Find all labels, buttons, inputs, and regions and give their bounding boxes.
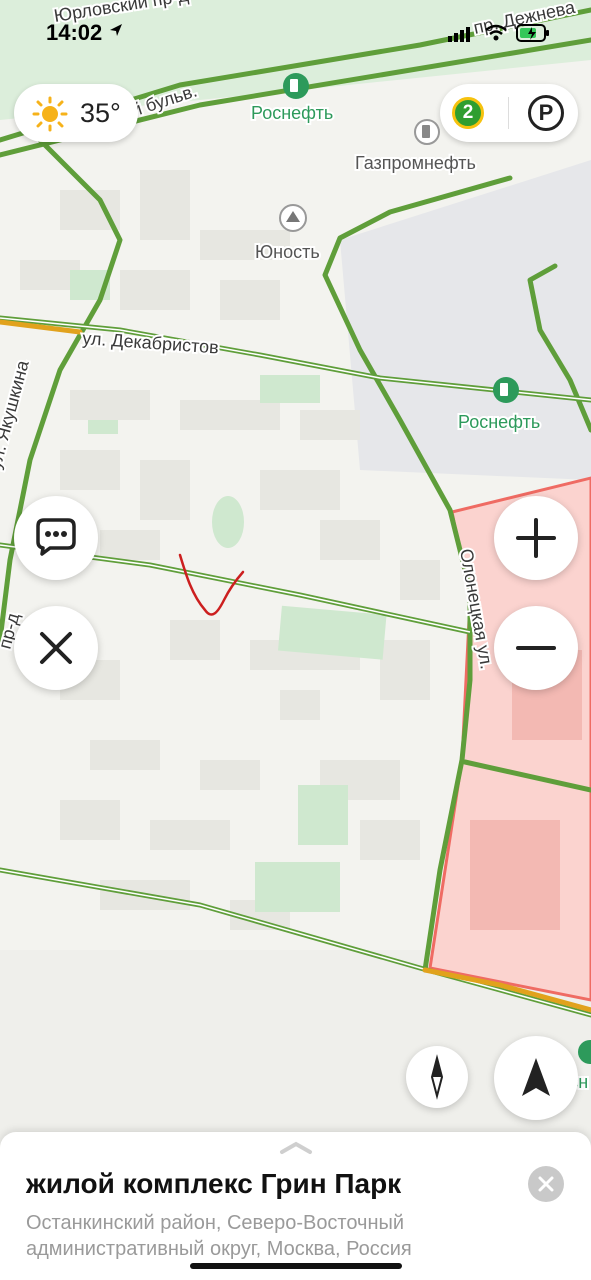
cellular-signal-icon	[448, 27, 470, 42]
navigation-arrow-icon	[522, 1058, 550, 1096]
poi-label-rosneft-right: Роснефть	[458, 412, 540, 432]
battery-charging-icon	[516, 24, 549, 42]
place-title: жилой комплекс Грин Парк	[26, 1168, 402, 1199]
compass-button[interactable]	[406, 1046, 468, 1108]
zoom-out-button[interactable]	[494, 606, 578, 690]
location-arrow-icon	[110, 24, 122, 36]
home-indicator	[190, 1263, 402, 1269]
temperature-value: 35°	[80, 98, 121, 128]
place-address: Останкинский район, Северо-Восточный адм…	[26, 1212, 412, 1260]
plus-icon	[516, 518, 556, 558]
wifi-icon	[485, 24, 507, 41]
poi-label-rosneft-top: Роснефть	[251, 103, 333, 123]
chat-icon	[36, 518, 76, 556]
place-card[interactable]: жилой комплекс Грин Парк Останкинский ра…	[0, 1132, 591, 1280]
divider	[508, 97, 509, 129]
compass-icon	[430, 1054, 444, 1100]
status-bar: 14:02	[0, 0, 591, 60]
minus-icon	[516, 646, 556, 650]
map-layers-widget: 2 P	[440, 84, 578, 142]
close-card-button[interactable]	[528, 1166, 564, 1202]
chat-button[interactable]	[14, 496, 98, 580]
sun-icon	[32, 96, 68, 132]
weather-widget[interactable]: 35°	[14, 84, 138, 142]
close-icon	[538, 1176, 554, 1192]
chevron-up-icon[interactable]	[278, 1138, 314, 1156]
close-icon	[40, 632, 72, 664]
my-location-button[interactable]	[494, 1036, 578, 1120]
traffic-level-button[interactable]: 2	[452, 97, 484, 129]
zoom-in-button[interactable]	[494, 496, 578, 580]
close-button[interactable]	[14, 606, 98, 690]
status-time: 14:02	[46, 20, 103, 45]
parking-button[interactable]: P	[528, 95, 564, 131]
poi-label-yunost: Юность	[255, 242, 320, 262]
poi-label-gazpromneft: Газпромнефть	[355, 153, 476, 173]
